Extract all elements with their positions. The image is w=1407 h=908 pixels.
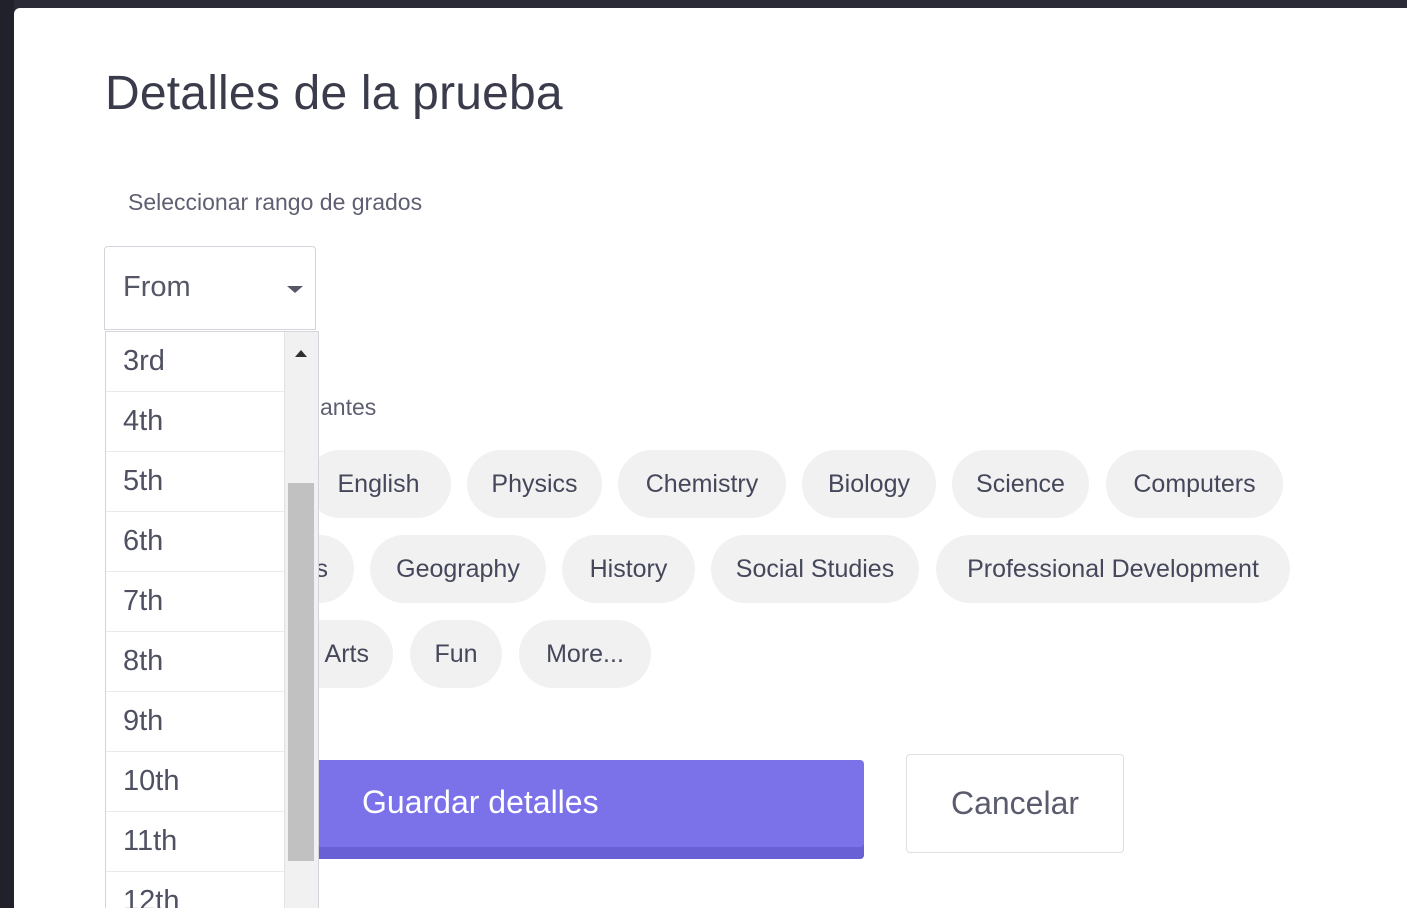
grade-from-value: From: [123, 271, 191, 303]
chevron-down-icon: [287, 286, 303, 293]
subject-chip-professional-development[interactable]: Professional Development: [936, 535, 1290, 603]
grade-option-9th[interactable]: 9th: [106, 692, 284, 752]
subject-chip-chemistry[interactable]: Chemistry: [618, 450, 786, 518]
scroll-up-arrow-icon[interactable]: [295, 350, 307, 357]
subject-chip-english[interactable]: English: [306, 450, 451, 518]
grade-option-6th[interactable]: 6th: [106, 512, 284, 572]
grade-range-label: Seleccionar rango de grados: [128, 189, 423, 215]
subject-chip-computers[interactable]: Computers: [1106, 450, 1283, 518]
grade-option-11th[interactable]: 11th: [106, 812, 284, 872]
grade-from-select[interactable]: From: [104, 246, 316, 330]
subject-chip-history[interactable]: History: [562, 535, 695, 603]
modal-title: Detalles de la prueba: [105, 67, 563, 120]
dropdown-scrollbar-thumb[interactable]: [288, 483, 314, 861]
cancel-button[interactable]: Cancelar: [906, 754, 1124, 853]
backdrop: [0, 0, 14, 908]
grade-option-8th[interactable]: 8th: [106, 632, 284, 692]
subject-chip-geography[interactable]: Geography: [370, 535, 546, 603]
grade-option-4th[interactable]: 4th: [106, 392, 284, 452]
grade-option-7th[interactable]: 7th: [106, 572, 284, 632]
save-details-button[interactable]: Guardar detalles: [314, 760, 864, 859]
grade-option-5th[interactable]: 5th: [106, 452, 284, 512]
subject-chip-biology[interactable]: Biology: [802, 450, 936, 518]
grade-dropdown-list[interactable]: 3rd 4th 5th 6th 7th 8th 9th 10th 11th 12…: [105, 331, 319, 908]
subject-chip-science[interactable]: Science: [952, 450, 1089, 518]
grade-option-3rd[interactable]: 3rd: [106, 332, 284, 392]
subjects-label: antes: [320, 394, 377, 420]
test-details-modal: Detalles de la prueba Seleccionar rango …: [14, 8, 1407, 908]
save-details-label: Guardar detalles: [362, 784, 599, 820]
grade-option-12th[interactable]: 12th: [106, 872, 284, 908]
subject-chip-physics[interactable]: Physics: [467, 450, 602, 518]
grade-option-10th[interactable]: 10th: [106, 752, 284, 812]
subject-chip-fun[interactable]: Fun: [410, 620, 502, 688]
subject-chip-social-studies[interactable]: Social Studies: [711, 535, 919, 603]
subject-chip-more[interactable]: More...: [519, 620, 651, 688]
